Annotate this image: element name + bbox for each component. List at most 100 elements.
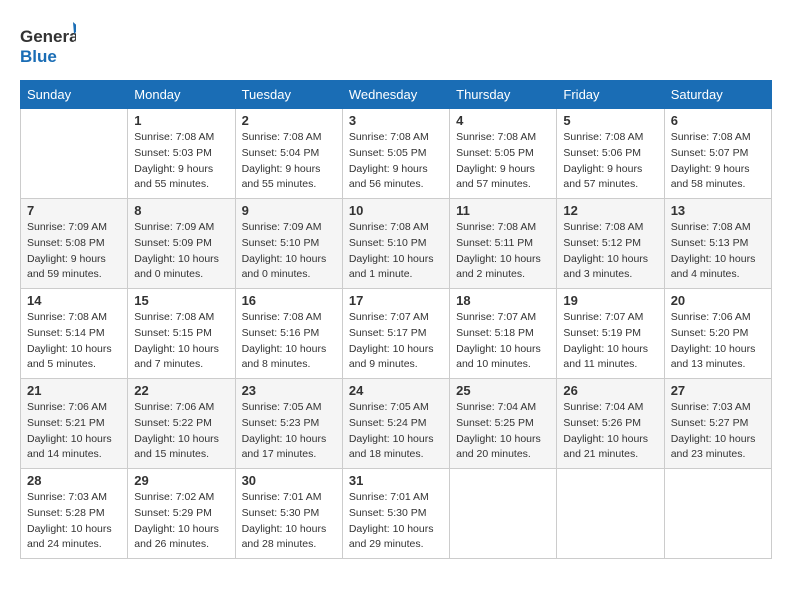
day-number: 5	[563, 113, 657, 128]
calendar-week-4: 21 Sunrise: 7:06 AMSunset: 5:21 PMDayligh…	[21, 379, 772, 469]
calendar-cell: 20 Sunrise: 7:06 AMSunset: 5:20 PMDayligh…	[664, 289, 771, 379]
day-number: 4	[456, 113, 550, 128]
calendar-week-5: 28 Sunrise: 7:03 AMSunset: 5:28 PMDayligh…	[21, 469, 772, 559]
calendar-cell	[664, 469, 771, 559]
day-number: 15	[134, 293, 228, 308]
calendar-cell: 14 Sunrise: 7:08 AMSunset: 5:14 PMDayligh…	[21, 289, 128, 379]
calendar-week-2: 7 Sunrise: 7:09 AMSunset: 5:08 PMDaylight…	[21, 199, 772, 289]
svg-text:General: General	[20, 27, 76, 46]
day-info: Sunrise: 7:03 AMSunset: 5:27 PMDaylight:…	[671, 400, 765, 463]
calendar-cell: 23 Sunrise: 7:05 AMSunset: 5:23 PMDayligh…	[235, 379, 342, 469]
day-info: Sunrise: 7:07 AMSunset: 5:19 PMDaylight:…	[563, 310, 657, 373]
col-header-tuesday: Tuesday	[235, 81, 342, 109]
day-info: Sunrise: 7:08 AMSunset: 5:07 PMDaylight:…	[671, 130, 765, 193]
col-header-wednesday: Wednesday	[342, 81, 449, 109]
calendar-cell: 1 Sunrise: 7:08 AMSunset: 5:03 PMDaylight…	[128, 109, 235, 199]
calendar-cell: 28 Sunrise: 7:03 AMSunset: 5:28 PMDayligh…	[21, 469, 128, 559]
calendar-cell: 18 Sunrise: 7:07 AMSunset: 5:18 PMDayligh…	[450, 289, 557, 379]
calendar-cell: 31 Sunrise: 7:01 AMSunset: 5:30 PMDayligh…	[342, 469, 449, 559]
calendar-table: SundayMondayTuesdayWednesdayThursdayFrid…	[20, 80, 772, 559]
calendar-cell: 11 Sunrise: 7:08 AMSunset: 5:11 PMDayligh…	[450, 199, 557, 289]
day-info: Sunrise: 7:08 AMSunset: 5:11 PMDaylight:…	[456, 220, 550, 283]
col-header-saturday: Saturday	[664, 81, 771, 109]
day-info: Sunrise: 7:08 AMSunset: 5:12 PMDaylight:…	[563, 220, 657, 283]
calendar-cell: 27 Sunrise: 7:03 AMSunset: 5:27 PMDayligh…	[664, 379, 771, 469]
day-number: 7	[27, 203, 121, 218]
calendar-cell: 24Sunrise: 7:05 AMSunset: 5:24 PMDayligh…	[342, 379, 449, 469]
day-info: Sunrise: 7:09 AMSunset: 5:08 PMDaylight:…	[27, 220, 121, 283]
calendar-cell: 16 Sunrise: 7:08 AMSunset: 5:16 PMDayligh…	[235, 289, 342, 379]
day-number: 21	[27, 383, 121, 398]
day-number: 26	[563, 383, 657, 398]
calendar-cell	[557, 469, 664, 559]
day-number: 16	[242, 293, 336, 308]
day-number: 23	[242, 383, 336, 398]
svg-text:Blue: Blue	[20, 47, 57, 66]
day-info: Sunrise: 7:09 AMSunset: 5:10 PMDaylight:…	[242, 220, 336, 283]
calendar-cell: 5 Sunrise: 7:08 AMSunset: 5:06 PMDaylight…	[557, 109, 664, 199]
day-number: 14	[27, 293, 121, 308]
day-info: Sunrise: 7:01 AMSunset: 5:30 PMDaylight:…	[349, 490, 443, 553]
day-info: Sunrise: 7:08 AMSunset: 5:03 PMDaylight:…	[134, 130, 228, 193]
day-info: Sunrise: 7:06 AMSunset: 5:21 PMDaylight:…	[27, 400, 121, 463]
calendar-week-1: 1 Sunrise: 7:08 AMSunset: 5:03 PMDaylight…	[21, 109, 772, 199]
calendar-cell: 8Sunrise: 7:09 AMSunset: 5:09 PMDaylight…	[128, 199, 235, 289]
day-number: 3	[349, 113, 443, 128]
day-number: 20	[671, 293, 765, 308]
day-info: Sunrise: 7:08 AMSunset: 5:15 PMDaylight:…	[134, 310, 228, 373]
col-header-sunday: Sunday	[21, 81, 128, 109]
day-info: Sunrise: 7:01 AMSunset: 5:30 PMDaylight:…	[242, 490, 336, 553]
day-info: Sunrise: 7:06 AMSunset: 5:22 PMDaylight:…	[134, 400, 228, 463]
day-info: Sunrise: 7:05 AMSunset: 5:24 PMDaylight:…	[349, 400, 443, 463]
day-number: 18	[456, 293, 550, 308]
day-info: Sunrise: 7:08 AMSunset: 5:13 PMDaylight:…	[671, 220, 765, 283]
calendar-cell: 10Sunrise: 7:08 AMSunset: 5:10 PMDayligh…	[342, 199, 449, 289]
day-number: 17	[349, 293, 443, 308]
day-info: Sunrise: 7:03 AMSunset: 5:28 PMDaylight:…	[27, 490, 121, 553]
day-info: Sunrise: 7:08 AMSunset: 5:05 PMDaylight:…	[349, 130, 443, 193]
page-header: General Blue	[20, 20, 772, 70]
day-number: 11	[456, 203, 550, 218]
day-info: Sunrise: 7:08 AMSunset: 5:06 PMDaylight:…	[563, 130, 657, 193]
day-number: 1	[134, 113, 228, 128]
day-number: 28	[27, 473, 121, 488]
calendar-cell: 21 Sunrise: 7:06 AMSunset: 5:21 PMDayligh…	[21, 379, 128, 469]
logo-svg: General Blue	[20, 20, 76, 70]
calendar-header-row: SundayMondayTuesdayWednesdayThursdayFrid…	[21, 81, 772, 109]
calendar-cell: 4 Sunrise: 7:08 AMSunset: 5:05 PMDaylight…	[450, 109, 557, 199]
day-info: Sunrise: 7:05 AMSunset: 5:23 PMDaylight:…	[242, 400, 336, 463]
col-header-thursday: Thursday	[450, 81, 557, 109]
day-number: 29	[134, 473, 228, 488]
col-header-monday: Monday	[128, 81, 235, 109]
logo: General Blue	[20, 20, 76, 70]
calendar-cell	[21, 109, 128, 199]
calendar-cell: 6Sunrise: 7:08 AMSunset: 5:07 PMDaylight…	[664, 109, 771, 199]
day-info: Sunrise: 7:08 AMSunset: 5:05 PMDaylight:…	[456, 130, 550, 193]
calendar-cell	[450, 469, 557, 559]
calendar-cell: 2Sunrise: 7:08 AMSunset: 5:04 PMDaylight…	[235, 109, 342, 199]
calendar-cell: 30 Sunrise: 7:01 AMSunset: 5:30 PMDayligh…	[235, 469, 342, 559]
day-number: 19	[563, 293, 657, 308]
day-number: 27	[671, 383, 765, 398]
calendar-cell: 22Sunrise: 7:06 AMSunset: 5:22 PMDayligh…	[128, 379, 235, 469]
day-number: 30	[242, 473, 336, 488]
day-info: Sunrise: 7:04 AMSunset: 5:25 PMDaylight:…	[456, 400, 550, 463]
day-info: Sunrise: 7:08 AMSunset: 5:16 PMDaylight:…	[242, 310, 336, 373]
day-number: 31	[349, 473, 443, 488]
day-info: Sunrise: 7:02 AMSunset: 5:29 PMDaylight:…	[134, 490, 228, 553]
calendar-cell: 26Sunrise: 7:04 AMSunset: 5:26 PMDayligh…	[557, 379, 664, 469]
day-number: 12	[563, 203, 657, 218]
calendar-cell: 25Sunrise: 7:04 AMSunset: 5:25 PMDayligh…	[450, 379, 557, 469]
calendar-cell: 3 Sunrise: 7:08 AMSunset: 5:05 PMDaylight…	[342, 109, 449, 199]
day-number: 9	[242, 203, 336, 218]
day-info: Sunrise: 7:08 AMSunset: 5:04 PMDaylight:…	[242, 130, 336, 193]
day-info: Sunrise: 7:07 AMSunset: 5:17 PMDaylight:…	[349, 310, 443, 373]
day-info: Sunrise: 7:07 AMSunset: 5:18 PMDaylight:…	[456, 310, 550, 373]
day-number: 13	[671, 203, 765, 218]
calendar-cell: 7 Sunrise: 7:09 AMSunset: 5:08 PMDaylight…	[21, 199, 128, 289]
day-number: 10	[349, 203, 443, 218]
day-info: Sunrise: 7:08 AMSunset: 5:14 PMDaylight:…	[27, 310, 121, 373]
calendar-cell: 17 Sunrise: 7:07 AMSunset: 5:17 PMDayligh…	[342, 289, 449, 379]
calendar-cell: 15 Sunrise: 7:08 AMSunset: 5:15 PMDayligh…	[128, 289, 235, 379]
day-info: Sunrise: 7:06 AMSunset: 5:20 PMDaylight:…	[671, 310, 765, 373]
